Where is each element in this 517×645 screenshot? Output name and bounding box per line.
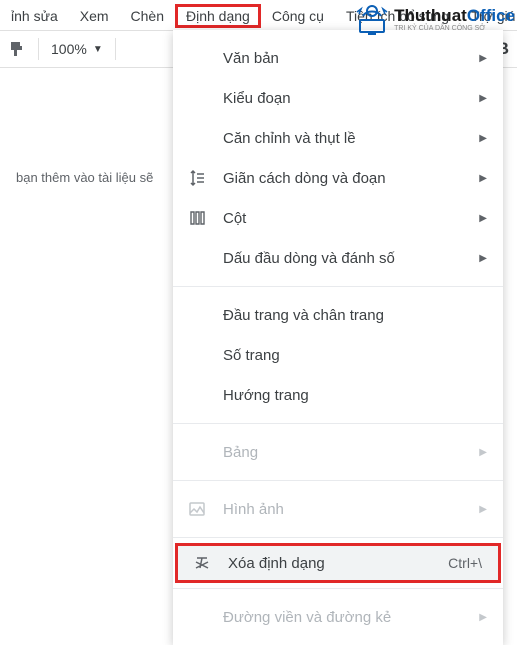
menu-item-borders-lines: Đường viền và đường kẻ ▶ — [173, 597, 503, 637]
line-spacing-icon — [185, 169, 209, 187]
menu-item-shortcut: Ctrl+\ — [448, 555, 482, 571]
menu-item-page-orientation[interactable]: Hướng trang — [173, 375, 503, 415]
watermark-tagline: TRI KỶ CỦA DÂN CÔNG SỞ — [394, 25, 515, 32]
menu-item-label: Giãn cách dòng và đoạn — [223, 170, 479, 187]
menu-item-columns[interactable]: Cột ▶ — [173, 198, 503, 238]
menu-item-bullets-numbering[interactable]: Dấu đầu dòng và đánh số ▶ — [173, 238, 503, 278]
menu-item-label: Hướng trang — [223, 387, 487, 404]
paint-format-icon[interactable] — [8, 39, 26, 60]
submenu-arrow-icon: ▶ — [479, 173, 487, 184]
menu-separator — [173, 423, 503, 424]
menu-tools[interactable]: Công cụ — [261, 4, 335, 28]
menu-separator — [173, 537, 503, 538]
menu-separator — [173, 286, 503, 287]
menu-item-paragraph-style[interactable]: Kiểu đoạn ▶ — [173, 78, 503, 118]
menu-edit[interactable]: ỉnh sửa — [0, 4, 69, 28]
menu-insert[interactable]: Chèn — [120, 4, 175, 28]
menu-item-label: Cột — [223, 210, 479, 227]
menu-item-label: Đường viền và đường kẻ — [223, 609, 479, 626]
menu-separator — [173, 588, 503, 589]
menu-item-label: Văn bản — [223, 50, 479, 67]
watermark: ThuthuatOffice TRI KỶ CỦA DÂN CÔNG SỞ — [354, 2, 515, 36]
submenu-arrow-icon: ▶ — [479, 213, 487, 224]
zoom-select[interactable]: 100% ▼ — [51, 41, 103, 57]
menu-item-label: Căn chỉnh và thụt lề — [223, 130, 479, 147]
menu-item-table: Bảng ▶ — [173, 432, 503, 472]
watermark-brand-prefix: Thuthuat — [394, 6, 467, 25]
menu-item-text[interactable]: Văn bản ▶ — [173, 38, 503, 78]
image-icon — [185, 500, 209, 518]
submenu-arrow-icon: ▶ — [479, 612, 487, 623]
menu-item-label: Kiểu đoạn — [223, 90, 479, 107]
menu-item-header-footer[interactable]: Đầu trang và chân trang — [173, 295, 503, 335]
menu-item-clear-formatting[interactable]: Xóa định dạng Ctrl+\ — [175, 543, 501, 583]
zoom-value: 100% — [51, 41, 87, 57]
menu-view[interactable]: Xem — [69, 4, 120, 28]
submenu-arrow-icon: ▶ — [479, 253, 487, 264]
submenu-arrow-icon: ▶ — [479, 504, 487, 515]
menu-item-label: Bảng — [223, 444, 479, 461]
chevron-down-icon: ▼ — [93, 44, 103, 55]
menu-item-align-indent[interactable]: Căn chỉnh và thụt lề ▶ — [173, 118, 503, 158]
clear-format-icon — [190, 554, 214, 572]
watermark-brand-suffix: Office — [467, 6, 515, 25]
format-dropdown: Văn bản ▶ Kiểu đoạn ▶ Căn chỉnh và thụt … — [173, 30, 503, 645]
menu-separator — [173, 480, 503, 481]
submenu-arrow-icon: ▶ — [479, 93, 487, 104]
menu-item-line-spacing[interactable]: Giãn cách dòng và đoạn ▶ — [173, 158, 503, 198]
menu-item-label: Dấu đầu dòng và đánh số — [223, 250, 479, 267]
columns-icon — [185, 209, 209, 227]
menu-format[interactable]: Định dạng — [175, 4, 261, 28]
submenu-arrow-icon: ▶ — [479, 53, 487, 64]
menu-item-label: Số trang — [223, 347, 487, 364]
menu-item-label: Hình ảnh — [223, 501, 479, 518]
submenu-arrow-icon: ▶ — [479, 133, 487, 144]
toolbar-separator — [38, 38, 39, 60]
menu-item-label: Xóa định dạng — [228, 555, 448, 572]
menu-item-image: Hình ảnh ▶ — [173, 489, 503, 529]
menu-item-label: Đầu trang và chân trang — [223, 307, 487, 324]
menu-item-page-numbers[interactable]: Số trang — [173, 335, 503, 375]
submenu-arrow-icon: ▶ — [479, 447, 487, 458]
toolbar-separator — [115, 38, 116, 60]
watermark-logo-icon — [354, 2, 390, 36]
